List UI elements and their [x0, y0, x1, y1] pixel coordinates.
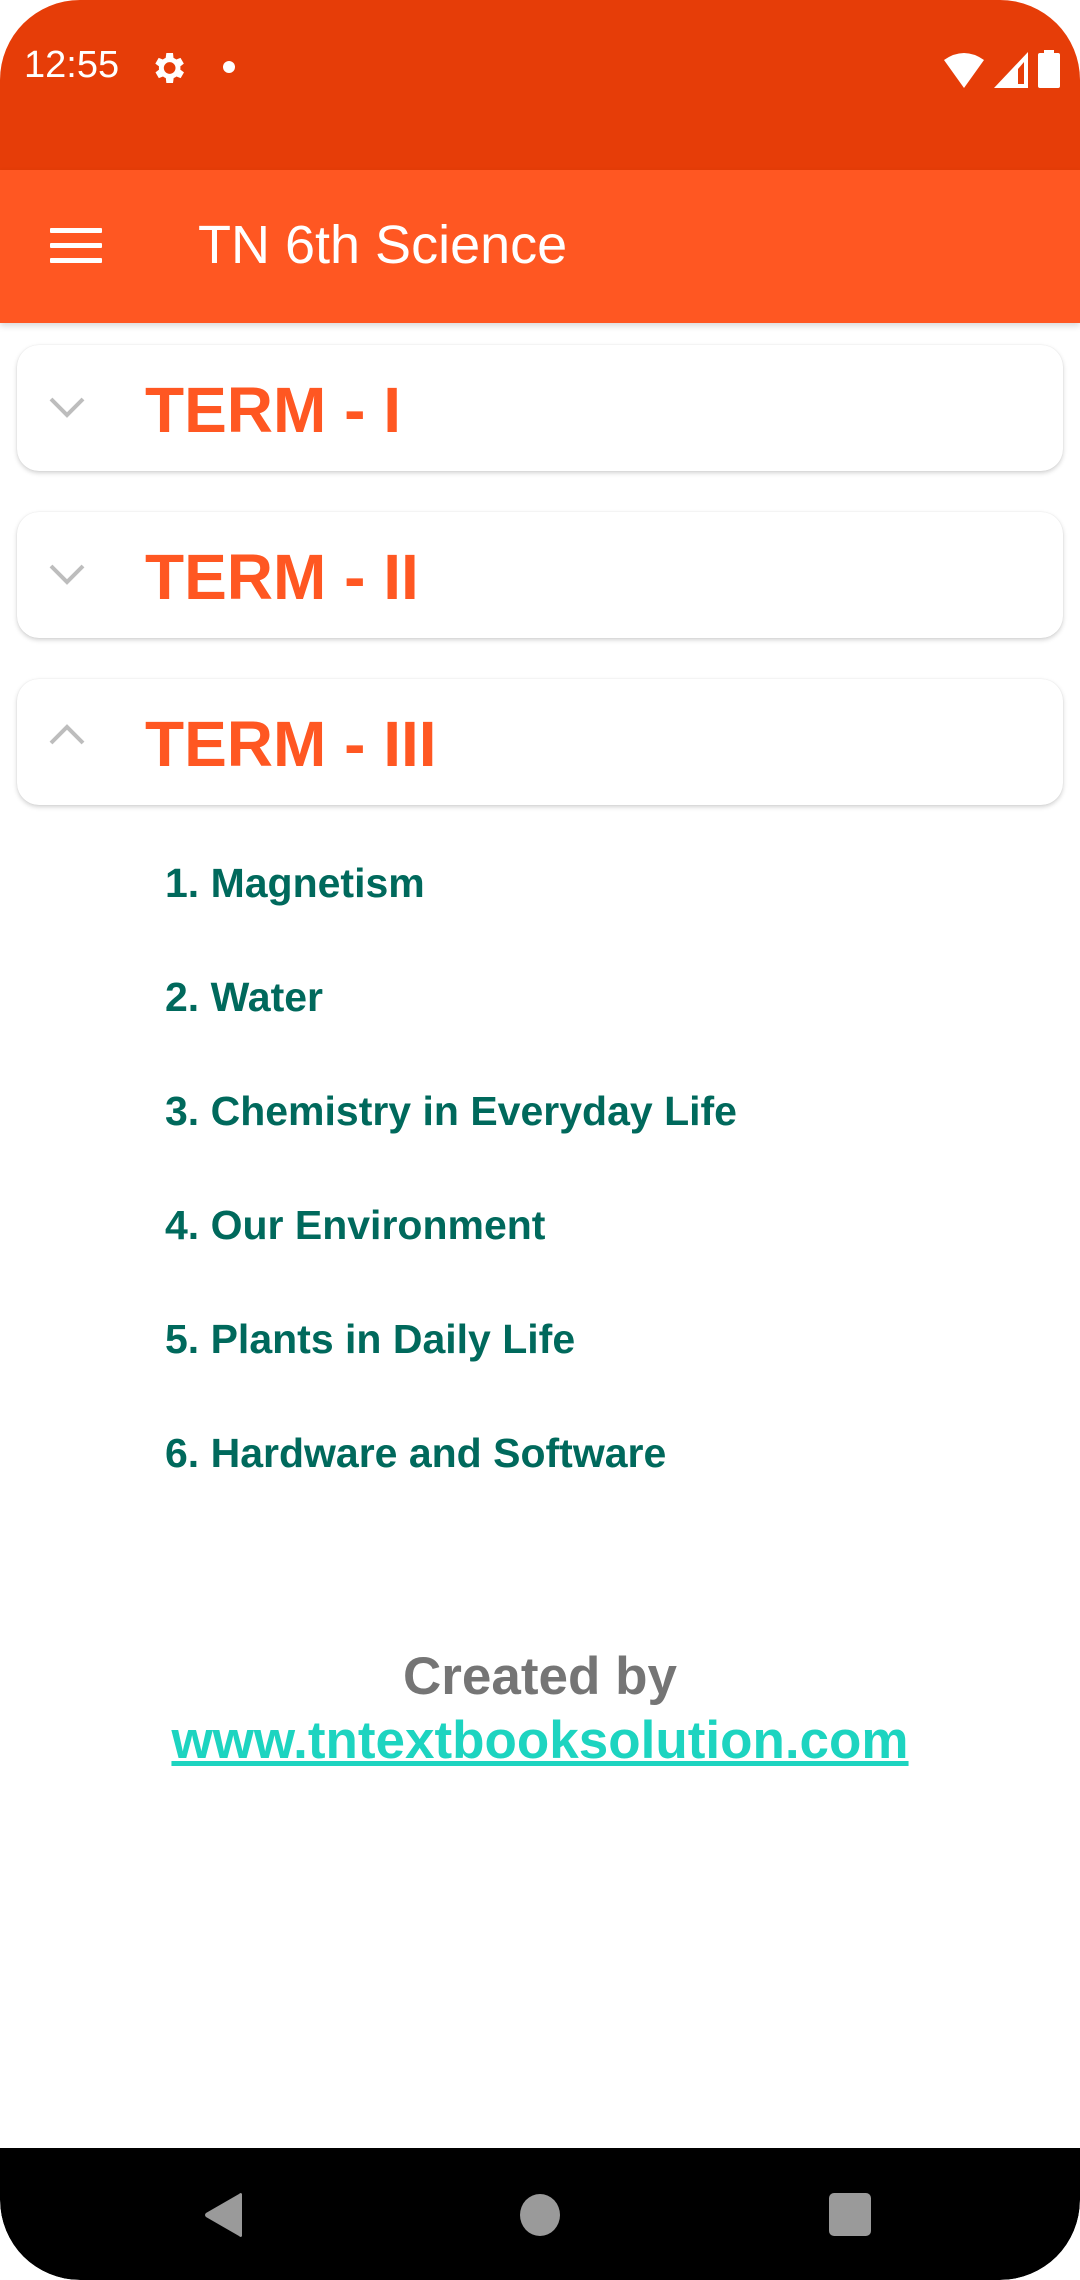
website-link[interactable]: www.tntextbooksolution.com: [0, 1710, 1080, 1771]
chevron-down-icon: [49, 397, 85, 418]
menu-line: [50, 228, 102, 233]
term-card-2[interactable]: TERM - II: [17, 512, 1063, 638]
navigation-bar: [0, 2148, 1080, 2280]
home-icon[interactable]: [520, 2194, 560, 2236]
chapter-item[interactable]: 4. Our Environment: [165, 1202, 545, 1249]
notification-dot-icon: [223, 61, 235, 73]
menu-line: [50, 258, 102, 263]
created-by-label: Created by: [403, 1647, 677, 1706]
menu-line: [50, 243, 102, 248]
term-label: TERM - II: [145, 541, 419, 613]
wifi-icon: [944, 53, 984, 88]
chapter-item[interactable]: 2. Water: [165, 974, 323, 1021]
hamburger-menu-icon[interactable]: [36, 216, 116, 276]
chapter-item[interactable]: 3. Chemistry in Everyday Life: [165, 1088, 737, 1135]
term-label: TERM - III: [145, 708, 437, 780]
term-label: TERM - I: [145, 374, 401, 446]
chevron-up-icon: [49, 724, 85, 745]
chapter-item[interactable]: 6. Hardware and Software: [165, 1430, 666, 1477]
recents-icon[interactable]: [829, 2193, 871, 2236]
status-icons: [944, 48, 1060, 88]
signal-icon: [994, 52, 1028, 88]
app-bar: TN 6th Science: [0, 170, 1080, 323]
chapter-item[interactable]: 5. Plants in Daily Life: [165, 1316, 575, 1363]
chevron-down-icon: [49, 564, 85, 585]
status-bar: 12:55: [0, 0, 1080, 170]
battery-icon: [1038, 50, 1060, 88]
status-time: 12:55: [24, 44, 120, 86]
term-card-3[interactable]: TERM - III: [17, 679, 1063, 805]
term-card-1[interactable]: TERM - I: [17, 345, 1063, 471]
app-title: TN 6th Science: [198, 215, 568, 275]
app-screen: 12:55 TN 6th Science TERM - I TERM - II …: [0, 0, 1080, 2280]
back-icon[interactable]: [204, 2192, 244, 2238]
gear-icon: [155, 53, 184, 83]
chapter-item[interactable]: 1. Magnetism: [165, 860, 425, 907]
